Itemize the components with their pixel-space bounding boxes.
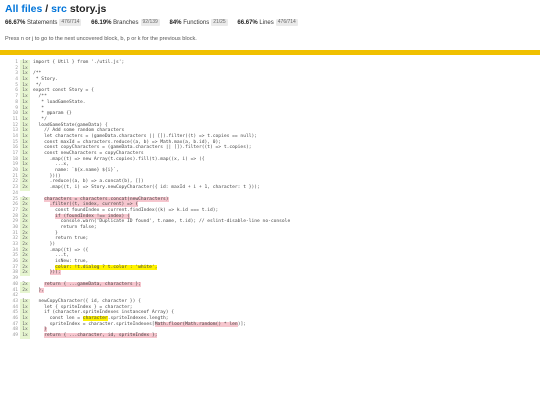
stat-lines: 66.67% Lines 476/714 xyxy=(237,18,298,29)
uncovered-statement-highlight: .filter((t, index, current) => { xyxy=(49,202,139,208)
stat-functions: 84% Functions 21/25 xyxy=(170,18,228,29)
file-header: All files / src story.js 66.67% Statemen… xyxy=(5,2,535,29)
stat-branches-fraction: 92/139 xyxy=(140,19,160,26)
file-name: story.js xyxy=(69,3,107,15)
stat-functions-pct: 84% xyxy=(169,20,182,26)
uncovered-statement-highlight: }, xyxy=(38,287,45,293)
code-line: 49 1x return { ...character, id, spriteIn… xyxy=(0,333,540,339)
uncovered-statement-highlight: Math.floor(Math.random() * len xyxy=(154,321,238,327)
breadcrumb-separator: / xyxy=(42,3,52,15)
coverage-stats: 66.67% Statements 476/714 66.19% Branches… xyxy=(5,18,535,29)
code-text: return { ...character, id, spriteIndex }… xyxy=(33,333,158,339)
src-dir-link[interactable]: src xyxy=(51,3,67,15)
uncovered-statement-highlight: } xyxy=(44,327,47,333)
uncovered-statement-highlight: })); xyxy=(49,270,61,276)
stat-lines-label: Lines xyxy=(259,20,274,26)
stat-statements: 66.67% Statements 476/714 xyxy=(5,18,82,29)
stat-lines-fraction: 476/714 xyxy=(275,19,298,26)
stat-functions-label: Functions xyxy=(183,20,210,26)
uncovered-statement-highlight: if (foundIndex !== index) { xyxy=(55,213,130,219)
uncovered-branch-highlight: color: !t.dialog ? t.color : 'white', xyxy=(55,264,158,270)
stat-branches: 66.19% Branches 92/139 xyxy=(91,18,160,29)
stat-functions-fraction: 21/25 xyxy=(211,19,228,26)
line-number[interactable]: 49 xyxy=(0,333,18,339)
breadcrumb: All files / src story.js xyxy=(5,2,535,16)
stat-statements-fraction: 476/714 xyxy=(59,19,82,26)
stat-statements-pct: 66.67% xyxy=(5,20,26,26)
uncovered-statement-highlight: return { ...character, id, spriteIndex }… xyxy=(44,333,158,338)
hit-count: 1x xyxy=(20,333,30,339)
uncovered-statement-highlight: return { ...gameData, characters }; xyxy=(44,281,141,287)
stat-branches-label: Branches xyxy=(113,20,139,26)
uncovered-branch-highlight: character xyxy=(82,315,108,321)
coverage-status-bar xyxy=(0,50,540,55)
stat-lines-pct: 66.67% xyxy=(237,20,258,26)
stat-branches-pct: 66.19% xyxy=(91,20,112,26)
uncovered-statement-highlight: characters = characters.concat(newCharac… xyxy=(44,196,169,202)
all-files-link[interactable]: All files xyxy=(5,3,42,15)
navigation-hint: Press n or j to go to the next uncovered… xyxy=(5,36,197,42)
source-code-listing: 1 1x import { Util } from './util.js'; 2 1x 3… xyxy=(0,60,540,339)
stat-statements-label: Statements xyxy=(27,20,58,26)
